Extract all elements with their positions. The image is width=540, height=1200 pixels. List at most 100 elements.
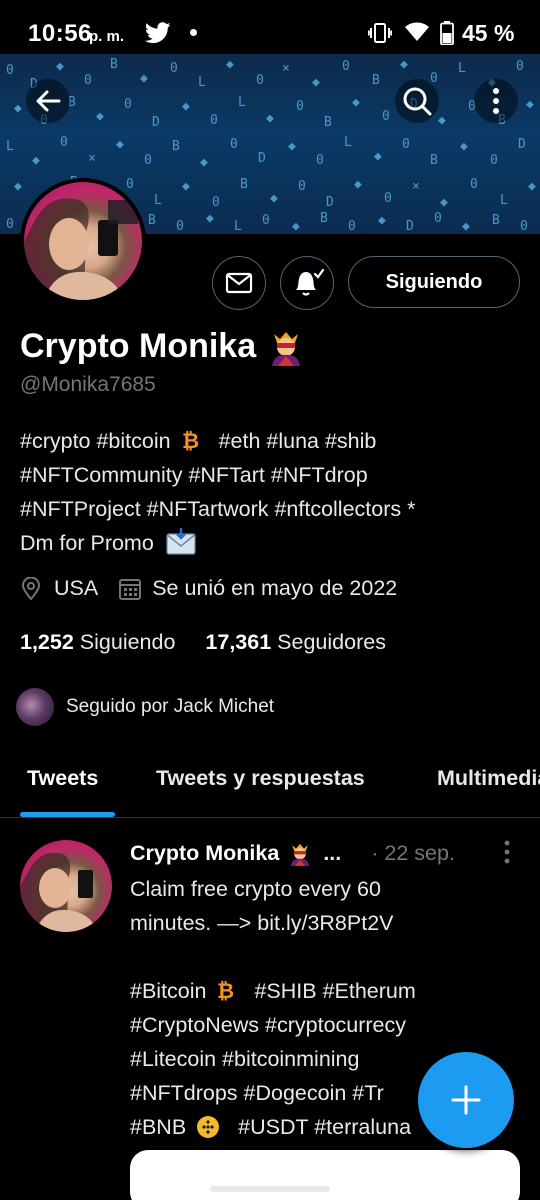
svg-text:0: 0 bbox=[384, 191, 392, 206]
svg-text:0: 0 bbox=[348, 219, 356, 234]
tweet-hashtag[interactable]: #Bitcoin bbox=[130, 979, 207, 1003]
profile-name-text: Crypto Monika bbox=[20, 326, 257, 365]
bio-line[interactable]: #NFTCommunity #NFTart #NFTdrop bbox=[20, 458, 520, 492]
tweet-line[interactable]: #CryptoNews #cryptocurrecy bbox=[130, 1008, 510, 1042]
home-indicator[interactable] bbox=[210, 1186, 330, 1192]
envelope-icon bbox=[225, 272, 253, 294]
svg-text:L: L bbox=[6, 139, 14, 154]
svg-text:◆: ◆ bbox=[206, 211, 214, 226]
svg-text:0: 0 bbox=[296, 99, 304, 114]
location-pin-icon bbox=[21, 576, 41, 601]
status-time: 10:56 bbox=[28, 20, 92, 47]
followers-count: 17,361 bbox=[205, 630, 272, 654]
svg-text:◆: ◆ bbox=[56, 59, 64, 74]
svg-text:×: × bbox=[282, 61, 290, 76]
following-stat[interactable]: 1,252 Siguiendo bbox=[20, 630, 175, 654]
svg-text:◆: ◆ bbox=[312, 75, 320, 90]
svg-text:◆: ◆ bbox=[378, 213, 386, 228]
svg-text:L: L bbox=[344, 135, 352, 150]
bio-line[interactable]: #NFTProject #NFTartwork #nftcollectors * bbox=[20, 492, 520, 526]
profile-avatar[interactable] bbox=[20, 178, 146, 304]
tab-media[interactable]: Multimedia bbox=[437, 766, 540, 791]
bio-line: #crypto #bitcoin ₿ #eth #luna #shib bbox=[20, 424, 520, 458]
vibrate-icon bbox=[368, 23, 392, 43]
svg-text:0: 0 bbox=[516, 59, 524, 74]
bnb-coin-icon bbox=[197, 1116, 220, 1138]
svg-text:0: 0 bbox=[124, 97, 132, 112]
tweet-hashtags[interactable]: #SHIB #Etherum bbox=[254, 979, 415, 1003]
followers-stat[interactable]: 17,361 Seguidores bbox=[205, 630, 386, 654]
tweet-hashtags[interactable]: #USDT #terraluna bbox=[238, 1115, 411, 1139]
svg-text:0: 0 bbox=[60, 135, 68, 150]
svg-text:D: D bbox=[258, 151, 266, 166]
compose-tweet-button[interactable] bbox=[418, 1052, 514, 1148]
bell-check-icon bbox=[296, 268, 324, 296]
svg-text:◆: ◆ bbox=[14, 101, 22, 116]
svg-text:◆: ◆ bbox=[266, 111, 274, 126]
arrow-left-icon bbox=[36, 90, 61, 112]
profile-meta: USA Se unió en mayo de 2022 bbox=[20, 576, 397, 601]
svg-text:◆: ◆ bbox=[288, 139, 296, 154]
supervillain-emoji-icon bbox=[272, 332, 301, 366]
tweet-line: Claim free crypto every 60 bbox=[130, 877, 381, 901]
tweet-card-preview[interactable] bbox=[130, 1150, 520, 1200]
svg-text:0: 0 bbox=[230, 137, 238, 152]
profile-bio: #crypto #bitcoin ₿ #eth #luna #shib #NFT… bbox=[20, 424, 520, 560]
svg-text:0: 0 bbox=[490, 153, 498, 168]
supervillain-emoji-icon bbox=[291, 843, 310, 866]
bio-line: Dm for Promo bbox=[20, 526, 520, 560]
bitcoin-icon: ₿ bbox=[217, 979, 234, 1003]
tweet-date[interactable]: · 22 sep. bbox=[371, 841, 455, 866]
svg-text:B: B bbox=[372, 73, 380, 88]
profile-stats: 1,252 Siguiendo 17,361 Seguidores bbox=[20, 630, 386, 655]
svg-text:L: L bbox=[238, 95, 246, 110]
following-button[interactable]: Siguiendo bbox=[348, 256, 520, 308]
tweet-avatar[interactable] bbox=[20, 840, 112, 932]
tweet-hashtag[interactable]: #BNB bbox=[130, 1115, 186, 1139]
svg-text:0: 0 bbox=[176, 219, 184, 234]
tweet-line[interactable]: minutes. —> bit.ly/3R8Pt2V bbox=[130, 906, 510, 940]
notification-dot bbox=[190, 29, 197, 36]
tab-tweets[interactable]: Tweets bbox=[27, 766, 98, 791]
svg-text:B: B bbox=[430, 153, 438, 168]
svg-text:◆: ◆ bbox=[462, 219, 470, 234]
battery-percent: 45 % bbox=[462, 20, 515, 46]
back-button[interactable] bbox=[26, 79, 70, 123]
profile-handle: @Monika7685 bbox=[20, 373, 156, 396]
message-button[interactable] bbox=[212, 256, 266, 310]
svg-text:◆: ◆ bbox=[354, 177, 362, 192]
tab-tweets-and-replies[interactable]: Tweets y respuestas bbox=[156, 766, 365, 791]
svg-text:0: 0 bbox=[520, 219, 528, 234]
plus-icon bbox=[451, 1085, 481, 1115]
bio-hashtags[interactable]: #crypto #bitcoin bbox=[20, 429, 171, 453]
svg-text:B: B bbox=[148, 213, 156, 228]
notifications-button[interactable] bbox=[280, 256, 334, 310]
svg-text:◆: ◆ bbox=[96, 109, 104, 124]
svg-text:L: L bbox=[500, 193, 508, 208]
svg-text:L: L bbox=[198, 75, 206, 90]
status-bar: 10:56 p. m. 45 % bbox=[0, 0, 540, 54]
following-label: Siguiendo bbox=[79, 630, 176, 654]
svg-text:◆: ◆ bbox=[32, 153, 40, 168]
svg-text:◆: ◆ bbox=[270, 191, 278, 206]
svg-text:D: D bbox=[406, 219, 414, 234]
svg-text:◆: ◆ bbox=[352, 95, 360, 110]
svg-text:₿: ₿ bbox=[217, 979, 234, 1001]
tweet-more-icon[interactable] bbox=[503, 840, 511, 864]
svg-text:0: 0 bbox=[434, 211, 442, 226]
svg-text:D: D bbox=[326, 195, 334, 210]
svg-text:L: L bbox=[154, 193, 162, 208]
bio-hashtags[interactable]: #eth #luna #shib bbox=[219, 429, 377, 453]
more-options-button[interactable] bbox=[474, 79, 518, 123]
svg-text:0: 0 bbox=[342, 59, 350, 74]
svg-text:B: B bbox=[172, 139, 180, 154]
tweet-author-name[interactable]: Crypto Monika bbox=[130, 841, 279, 866]
search-button[interactable] bbox=[395, 79, 439, 123]
profile-tabs: Tweets Tweets y respuestas Multimedia bbox=[0, 752, 540, 818]
avatar-photo bbox=[24, 182, 142, 300]
svg-text:0: 0 bbox=[316, 153, 324, 168]
svg-text:◆: ◆ bbox=[526, 97, 534, 112]
svg-text:B: B bbox=[240, 177, 248, 192]
followed-by[interactable]: Seguido por Jack Michet bbox=[16, 688, 274, 726]
incoming-envelope-emoji-icon bbox=[166, 528, 196, 555]
